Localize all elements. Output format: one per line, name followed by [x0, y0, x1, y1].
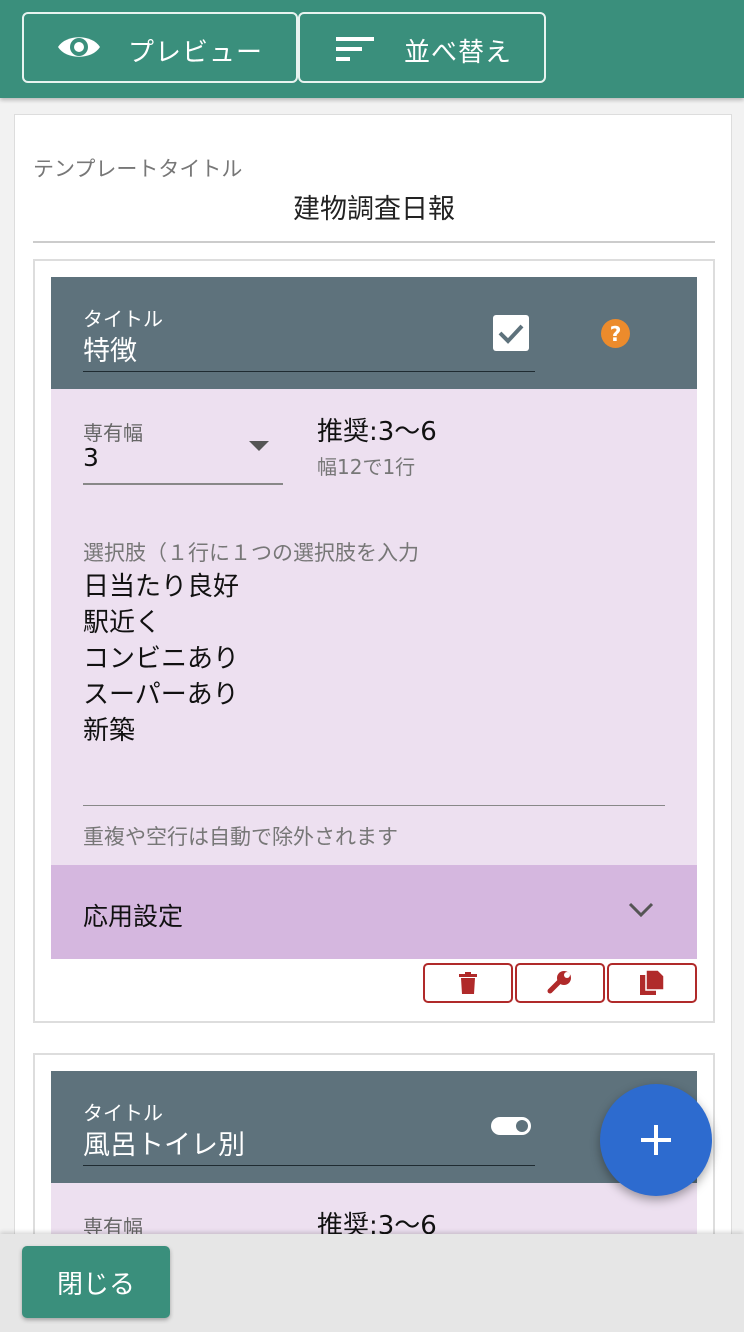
sort-icon: [336, 36, 374, 69]
choice-line: 新築: [83, 716, 136, 746]
field-card: タイトル 特徴 ? 専有幅 3 推奨:3〜6 幅12で1行 選択肢（１行に１つの…: [33, 259, 715, 1023]
delete-button[interactable]: [423, 963, 513, 1003]
template-editor: テンプレートタイトル 建物調査日報 タイトル 特徴 ? 専有幅 3 推奨:3〜6…: [14, 114, 732, 1234]
required-checkbox[interactable]: [493, 315, 529, 351]
add-field-button[interactable]: [600, 1084, 712, 1196]
title-underline: [83, 371, 535, 372]
recommend-text: 推奨:3〜6: [317, 1211, 437, 1234]
template-title-label: テンプレートタイトル: [33, 157, 243, 181]
choice-line: 日当たり良好: [83, 572, 240, 602]
toggle-knob: [516, 1120, 528, 1132]
preview-label: プレビュー: [128, 38, 264, 68]
card-body: 専有幅 3 推奨:3〜6 幅12で1行 選択肢（１行に１つの選択肢を入力 日当た…: [51, 389, 697, 865]
wrench-icon: [547, 971, 571, 994]
close-button[interactable]: 閉じる: [22, 1246, 170, 1318]
width-underline: [83, 483, 283, 485]
width-label: 専有幅: [83, 1215, 143, 1234]
card-header: タイトル 特徴 ?: [51, 277, 697, 389]
card-header: タイトル 風呂トイレ別: [51, 1071, 697, 1183]
check-icon: [498, 324, 524, 344]
bottom-bar: 閉じる: [0, 1234, 744, 1332]
template-title-input[interactable]: 建物調査日報: [33, 187, 715, 226]
title-input[interactable]: 風呂トイレ別: [83, 1123, 245, 1162]
width-select[interactable]: 3: [83, 443, 99, 472]
title-underline: [83, 1165, 535, 1166]
toggle-switch[interactable]: [491, 1117, 531, 1135]
settings-button[interactable]: [515, 963, 605, 1003]
dropdown-arrow-icon[interactable]: [249, 441, 269, 451]
width-label: 専有幅: [83, 421, 143, 445]
advanced-settings-label: 応用設定: [83, 902, 184, 931]
sort-label: 並べ替え: [404, 38, 513, 68]
choices-textarea[interactable]: 日当たり良好 駅近く コンビニあり スーパーあり 新築: [83, 569, 239, 749]
title-input[interactable]: 特徴: [83, 329, 137, 368]
recommend-subtext: 幅12で1行: [317, 455, 416, 479]
copy-icon: [640, 970, 664, 995]
choice-line: 駅近く: [83, 608, 162, 638]
sort-button[interactable]: 並べ替え: [298, 12, 546, 83]
choices-hint: 重複や空行は自動で除外されます: [83, 825, 398, 849]
plus-icon: [641, 1125, 671, 1155]
preview-button[interactable]: プレビュー: [22, 12, 298, 83]
trash-icon: [459, 972, 477, 994]
choices-label: 選択肢（１行に１つの選択肢を入力: [83, 541, 419, 565]
content-area[interactable]: テンプレートタイトル 建物調査日報 タイトル 特徴 ? 専有幅 3 推奨:3〜6…: [0, 98, 744, 1234]
top-toolbar: プレビュー 並べ替え: [0, 0, 744, 98]
recommend-text: 推奨:3〜6: [317, 417, 437, 447]
title-label: タイトル: [83, 307, 163, 331]
title-label: タイトル: [83, 1101, 163, 1125]
choices-underline: [83, 805, 665, 806]
choice-line: スーパーあり: [83, 680, 239, 710]
help-icon[interactable]: ?: [601, 319, 630, 348]
choice-line: コンビニあり: [83, 644, 240, 674]
duplicate-button[interactable]: [607, 963, 697, 1003]
divider: [33, 241, 715, 243]
advanced-settings-toggle[interactable]: 応用設定: [51, 865, 697, 959]
card-body: 専有幅 推奨:3〜6: [51, 1183, 697, 1234]
chevron-down-icon: [627, 901, 655, 923]
eye-icon: [56, 32, 102, 69]
